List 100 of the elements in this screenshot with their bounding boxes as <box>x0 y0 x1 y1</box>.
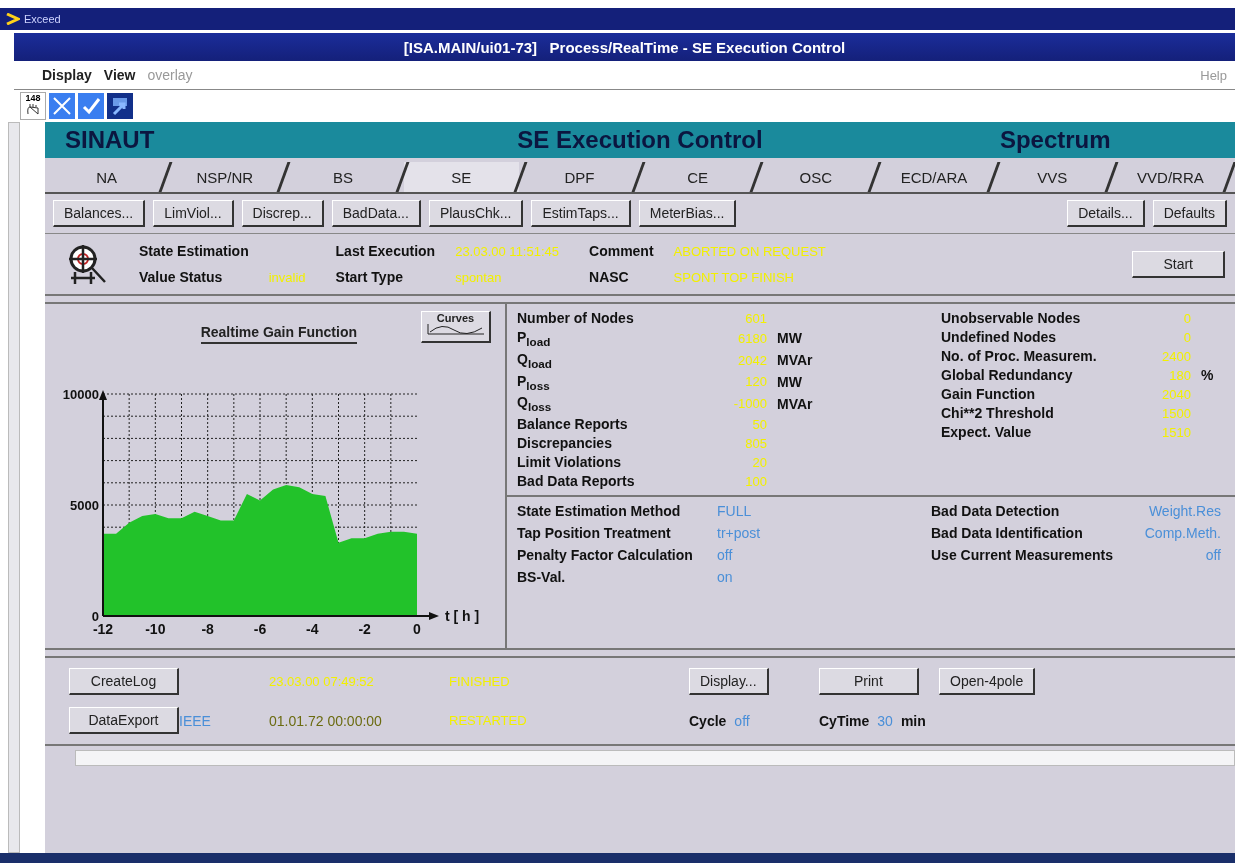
x-tick-label: -4 <box>306 621 319 637</box>
stat-label: No. of Proc. Measurem. <box>941 348 1098 364</box>
stat-value: 180 <box>1168 367 1192 383</box>
stat-value: 50 <box>751 416 768 432</box>
open-4pole-button[interactable]: Open-4pole <box>939 668 1036 695</box>
setting-label: Tap Position Treatment <box>517 525 672 542</box>
setting-value: Weight.Res <box>1147 503 1221 520</box>
brand-title: SINAUT <box>65 126 156 154</box>
stat-label: Chi**2 Threshold <box>941 405 1055 421</box>
setting-value: tr+post <box>717 525 762 542</box>
comment-value: ABORTED ON REQUEST <box>673 243 826 259</box>
hand-icon <box>26 103 40 115</box>
stat-unit: % <box>1201 367 1215 383</box>
stat-label: Q$_{load}$ <box>517 350 553 370</box>
stat-value: 2400 <box>1161 348 1192 364</box>
stat-value: 805 <box>744 435 768 451</box>
x-tick-label: 0 <box>413 621 421 637</box>
last-execution-value: 23.03.00 11:51:45 <box>455 243 559 259</box>
setting-value: off <box>1204 547 1221 564</box>
brand-subtitle: Spectrum <box>998 126 1112 154</box>
tab[interactable]: SE <box>403 162 519 192</box>
y-tick-label: 0 <box>91 609 99 624</box>
log-status: FINISHED <box>449 674 511 689</box>
x-tick-label: -6 <box>253 621 267 637</box>
print-button[interactable]: Print <box>819 668 919 695</box>
stat-label: Gain Function <box>941 386 1037 402</box>
x-axis-unit: t [ h ] <box>445 608 480 624</box>
setting-value: on <box>717 569 734 586</box>
window-title: [ISA.MAIN/ui01-73] Process/RealTime - SE Execution Control <box>403 38 846 56</box>
stat-label: Bad Data Reports <box>517 473 636 490</box>
curves-button[interactable]: Curves <box>421 311 491 343</box>
close-tool-icon[interactable] <box>49 93 75 119</box>
page-title: SE Execution Control <box>516 126 764 154</box>
x-logo-icon <box>6 13 20 25</box>
x-tick-label: -2 <box>358 621 371 637</box>
toolbar-button[interactable]: Discrep... <box>241 200 324 227</box>
stat-value: 6180 <box>737 330 768 346</box>
setting-label: Bad Data Detection <box>931 503 1061 520</box>
x-tick-label: -10 <box>145 621 166 637</box>
stat-unit: MVAr <box>777 352 814 369</box>
start-type-value: spontan <box>455 269 503 285</box>
toolbar-button[interactable]: LimViol... <box>153 200 234 227</box>
stat-unit: MVAr <box>777 395 814 412</box>
toolbar-button[interactable]: EstimTaps... <box>531 200 631 227</box>
x-tick-label: -8 <box>201 621 214 637</box>
setting-value: Comp.Meth. <box>1143 525 1221 542</box>
toolbar-button[interactable]: PlausChk... <box>428 200 524 227</box>
stat-label: Balance Reports <box>517 416 629 433</box>
toolbar-button[interactable]: MeterBias... <box>638 200 737 227</box>
stat-value: 1500 <box>1161 405 1192 421</box>
cytime-value: 30 <box>877 712 893 729</box>
export-format: IEEE <box>179 712 212 729</box>
stat-label: Global Redundancy <box>941 367 1074 383</box>
setting-value: off <box>717 547 734 564</box>
toolbar-button[interactable]: BadData... <box>331 200 421 227</box>
hand-tool-button[interactable]: 148 <box>20 92 46 120</box>
setting-label: Use Current Measurements <box>931 547 1115 564</box>
x-tick-label: -12 <box>92 621 114 637</box>
cytime-label: CyTime <box>819 712 870 729</box>
toolbar-button[interactable]: Balances... <box>53 200 146 227</box>
stat-unit: MW <box>777 374 803 390</box>
stat-value: 601 <box>744 310 768 326</box>
setting-label: State Estimation Method <box>517 503 682 520</box>
stat-value: 0 <box>1182 329 1192 345</box>
nasc-label: NASC <box>589 269 630 285</box>
value-status-value: invalid <box>268 269 306 285</box>
y-tick-label: 5000 <box>70 498 99 513</box>
start-type-label: Start Type <box>335 269 404 285</box>
create-log-button[interactable]: CreateLog <box>69 668 179 695</box>
menu-item[interactable]: View <box>103 67 136 83</box>
stat-value: 2042 <box>737 352 768 368</box>
check-tool-icon[interactable] <box>78 93 104 119</box>
cycle-value: off <box>734 712 750 729</box>
setting-label: BS-Val. <box>517 569 567 586</box>
log-time: 23.03.00 07:49:52 <box>269 674 375 689</box>
stat-label: P$_{load}$ <box>517 329 552 348</box>
horizontal-scrollbar[interactable] <box>75 750 1235 766</box>
start-button[interactable]: Start <box>1132 250 1225 278</box>
setting-label: Penalty Factor Calculation <box>517 547 694 564</box>
menu-item[interactable]: Display <box>42 67 92 83</box>
export-status: RESTARTED <box>449 713 528 728</box>
cytime-unit: min <box>900 712 926 729</box>
stat-value: -1000 <box>732 396 768 412</box>
wave-icon <box>425 324 486 336</box>
stat-value: 100 <box>744 473 768 489</box>
vertical-scrollbar[interactable] <box>7 122 20 853</box>
cycle-label: Cycle <box>689 712 727 729</box>
value-status-label: Value Status <box>139 269 224 285</box>
comment-label: Comment <box>589 243 654 259</box>
toolbar-button[interactable]: Defaults <box>1152 200 1227 227</box>
chart-title: Realtime Gain Function <box>200 324 357 344</box>
stat-label: P$_{loss}$ <box>517 372 551 392</box>
data-export-button[interactable]: DataExport <box>69 707 179 734</box>
stat-value: 0 <box>1182 310 1192 326</box>
stat-label: Unobservable Nodes <box>941 310 1082 326</box>
exit-tool-icon[interactable] <box>107 93 133 119</box>
nasc-value: SPONT TOP FINISH <box>673 269 795 285</box>
display-button[interactable]: Display... <box>689 668 769 695</box>
export-time: 01.01.72 00:00:00 <box>269 712 383 729</box>
toolbar-button[interactable]: Details... <box>1067 200 1145 227</box>
